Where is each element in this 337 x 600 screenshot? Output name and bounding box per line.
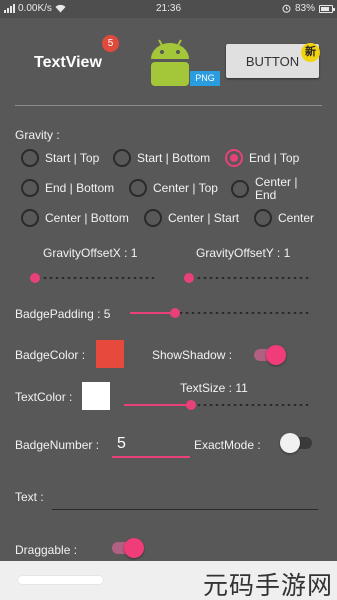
text-size-seekbar[interactable] bbox=[124, 399, 310, 411]
gravity-option-center[interactable]: Center bbox=[254, 209, 314, 227]
radio-circle bbox=[231, 180, 249, 198]
text-color-swatch[interactable] bbox=[82, 382, 110, 410]
radio-label: Start | Top bbox=[45, 151, 100, 165]
alarm-icon bbox=[282, 4, 291, 13]
gravity-option-center-bottom[interactable]: Center | Bottom bbox=[21, 209, 129, 227]
gravity-option-center-top[interactable]: Center | Top bbox=[129, 179, 218, 197]
watermark: 元码手游网 bbox=[202, 571, 333, 600]
badge-number-input[interactable] bbox=[112, 432, 190, 458]
header-divider bbox=[15, 105, 322, 106]
android-image[interactable]: PNG bbox=[148, 38, 222, 88]
radio-label: Center | Start bbox=[168, 211, 240, 225]
badge-padding-label: BadgePadding : 5 bbox=[15, 307, 111, 321]
radio-circle bbox=[225, 149, 243, 167]
show-shadow-switch[interactable] bbox=[252, 345, 286, 365]
radio-label: Start | Bottom bbox=[137, 151, 211, 165]
radio-label: Center | End bbox=[255, 175, 298, 202]
seekbar-thumb[interactable] bbox=[185, 400, 196, 410]
radio-label: End | Top bbox=[249, 151, 300, 165]
radio-label: Center | Top bbox=[153, 181, 218, 195]
gravity-option-end-bottom[interactable]: End | Bottom bbox=[21, 179, 114, 197]
status-right: 83% bbox=[282, 3, 335, 14]
gravity-label: Gravity : bbox=[15, 128, 60, 142]
text-input[interactable] bbox=[52, 488, 318, 510]
exact-mode-switch[interactable] bbox=[280, 433, 314, 453]
switch-knob bbox=[124, 538, 144, 558]
badge-number-label: BadgeNumber : bbox=[15, 438, 100, 452]
radio-circle bbox=[21, 209, 39, 227]
gravity-option-end-top[interactable]: End | Top bbox=[225, 149, 299, 167]
png-tag: PNG bbox=[190, 71, 220, 86]
status-bar: 0.00K/s 21:36 83% bbox=[0, 0, 337, 18]
radio-circle bbox=[113, 149, 131, 167]
show-shadow-label: ShowShadow : bbox=[152, 348, 233, 362]
battery-icon bbox=[319, 4, 335, 13]
badge-color-swatch[interactable] bbox=[96, 340, 124, 368]
switch-knob bbox=[280, 433, 300, 453]
badge-color-label: BadgeColor : bbox=[15, 348, 86, 362]
draggable-switch[interactable] bbox=[110, 538, 144, 558]
seekbar-thumb[interactable] bbox=[184, 273, 194, 283]
radio-circle bbox=[21, 179, 39, 197]
radio-label: Center bbox=[278, 211, 315, 225]
seekbar-progress bbox=[130, 312, 175, 314]
textview-title[interactable]: TextView bbox=[34, 54, 102, 72]
radio-circle bbox=[129, 179, 147, 197]
gravity-option-start-bottom[interactable]: Start | Bottom bbox=[113, 149, 210, 167]
gravity-option-start-top[interactable]: Start | Top bbox=[21, 149, 99, 167]
title-badge: 5 bbox=[102, 35, 119, 52]
seekbar-thumb[interactable] bbox=[170, 308, 180, 318]
seekbar-progress bbox=[124, 404, 191, 406]
gravity-option-center-start[interactable]: Center | Start bbox=[144, 209, 239, 227]
badge-padding-seekbar[interactable] bbox=[130, 307, 310, 319]
home-handle[interactable] bbox=[18, 576, 103, 584]
seekbar-track bbox=[30, 277, 155, 279]
gravity-offset-x-seekbar[interactable] bbox=[30, 272, 155, 284]
gravity-offset-x-label: GravityOffsetX : 1 bbox=[43, 246, 138, 260]
exact-mode-label: ExactMode : bbox=[194, 438, 261, 452]
radio-circle bbox=[254, 209, 272, 227]
gravity-offset-y-seekbar[interactable] bbox=[184, 272, 309, 284]
gravity-offset-y-label: GravityOffsetY : 1 bbox=[196, 246, 291, 260]
battery-fill bbox=[321, 6, 330, 11]
text-label: Text : bbox=[15, 490, 44, 504]
text-size-label: TextSize : 11 bbox=[180, 381, 248, 395]
seekbar-track bbox=[184, 277, 309, 279]
radio-circle bbox=[144, 209, 162, 227]
seekbar-thumb[interactable] bbox=[30, 273, 40, 283]
gravity-option-center-end[interactable]: Center | End bbox=[231, 176, 311, 202]
switch-knob bbox=[266, 345, 286, 365]
radio-label: End | Bottom bbox=[45, 181, 115, 195]
radio-circle bbox=[21, 149, 39, 167]
battery-percent: 83% bbox=[294, 3, 315, 14]
draggable-label: Draggable : bbox=[15, 543, 78, 557]
new-badge: 新 bbox=[301, 43, 320, 62]
radio-label: Center | Bottom bbox=[45, 211, 129, 225]
text-color-label: TextColor : bbox=[15, 390, 73, 404]
navigation-bar: 元码手游网 bbox=[0, 561, 337, 600]
